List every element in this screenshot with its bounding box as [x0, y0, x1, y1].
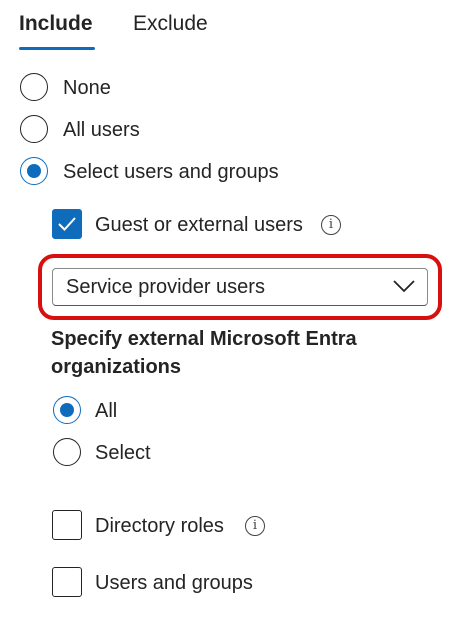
directory-roles-checkbox[interactable]	[52, 510, 82, 540]
info-icon[interactable]: i	[245, 516, 265, 536]
external-orgs-heading: Specify external Microsoft Entra organiz…	[51, 328, 357, 378]
guest-type-dropdown[interactable]: Service provider users	[52, 268, 428, 306]
radio-orgs-select-label: Select	[95, 442, 151, 464]
radio-select-users-and-groups[interactable]	[20, 157, 48, 185]
radio-none[interactable]	[20, 73, 48, 101]
guest-external-users-checkbox[interactable]	[52, 209, 82, 239]
users-and-groups-label: Users and groups	[95, 572, 253, 594]
active-tab-indicator	[19, 47, 95, 50]
radio-orgs-all[interactable]	[53, 396, 81, 424]
radio-orgs-select[interactable]	[53, 438, 81, 466]
directory-roles-label: Directory roles	[95, 515, 224, 537]
tab-exclude[interactable]: Exclude	[133, 10, 208, 38]
dropdown-selected-value: Service provider users	[66, 276, 265, 298]
tab-include[interactable]: Include	[19, 10, 93, 38]
chevron-down-icon	[393, 280, 415, 293]
radio-orgs-all-label: All	[95, 400, 118, 422]
radio-select-users-and-groups-label: Select users and groups	[63, 161, 279, 183]
checkmark-icon	[58, 217, 76, 231]
radio-none-label: None	[63, 77, 111, 99]
info-icon[interactable]: i	[321, 215, 341, 235]
radio-all-users-label: All users	[63, 119, 140, 141]
guest-external-users-label: Guest or external users	[95, 214, 303, 236]
users-and-groups-checkbox[interactable]	[52, 567, 82, 597]
radio-all-users[interactable]	[20, 115, 48, 143]
